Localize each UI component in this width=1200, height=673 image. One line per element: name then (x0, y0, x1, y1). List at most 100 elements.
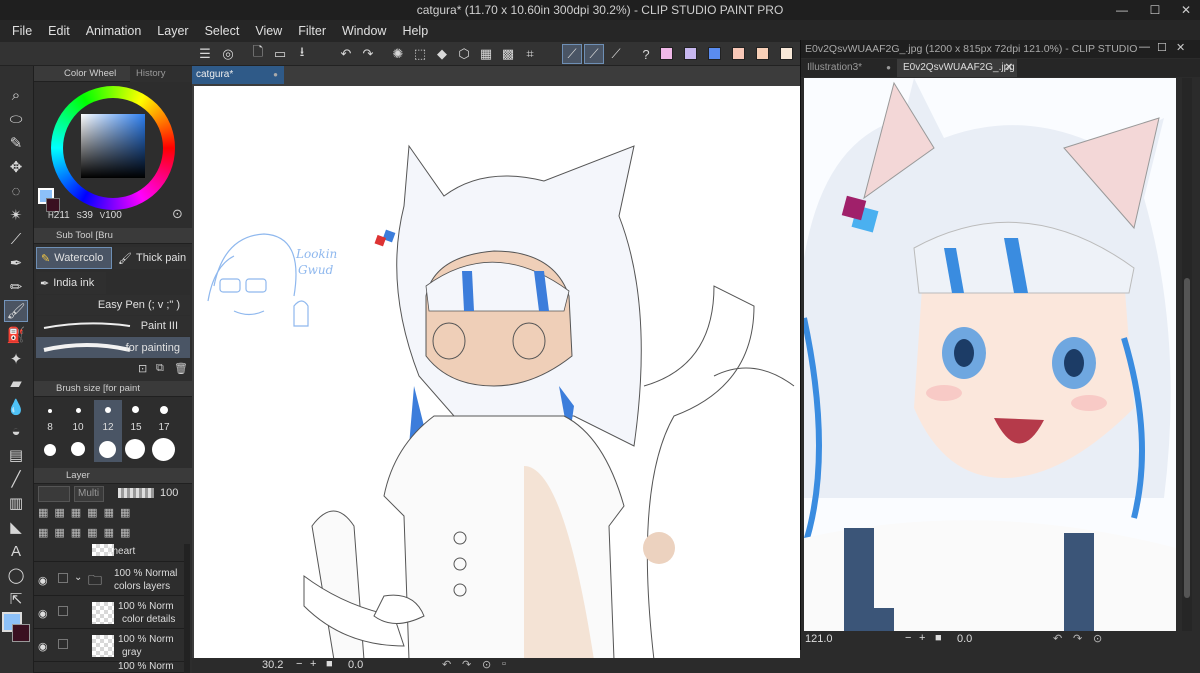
pencil-tool-icon[interactable]: ✏ (4, 276, 28, 298)
eraser-icon[interactable]: ▰ (4, 372, 28, 394)
fit-icon[interactable]: ■ (326, 658, 333, 670)
color-swatch[interactable] (756, 47, 769, 60)
lasso-icon[interactable]: ◌ (4, 180, 28, 202)
opacity-value[interactable]: 100 (160, 487, 178, 499)
menu-window[interactable]: Window (334, 20, 394, 42)
eye-icon[interactable]: ◉ (38, 574, 48, 587)
tab-close-icon[interactable]: ● (886, 59, 891, 77)
rotate-reset-icon[interactable]: ⊙ (1093, 632, 1102, 645)
decoration-icon[interactable]: ✦ (4, 348, 28, 370)
menu-animation[interactable]: Animation (78, 20, 150, 42)
fit-icon[interactable]: ■ (935, 632, 942, 644)
zoom-in-icon[interactable]: + (310, 658, 316, 670)
size-dot[interactable] (71, 442, 85, 456)
rotate-right-icon[interactable]: ↷ (1073, 632, 1082, 645)
hamburger-menu-icon[interactable]: ☰ (195, 44, 215, 64)
ref-close-button[interactable]: ✕ (1176, 41, 1185, 54)
brush-tool-icon[interactable]: 🖌 (4, 300, 28, 322)
clip-studio-icon[interactable]: ◎ (218, 44, 238, 64)
menu-view[interactable]: View (247, 20, 290, 42)
folder-expand-icon[interactable]: ⌄ (74, 572, 82, 583)
brush-item[interactable]: Paint III (36, 316, 190, 336)
eyedropper-icon[interactable]: ✎ (4, 132, 28, 154)
layer-row[interactable]: 100 % Norm (34, 662, 184, 673)
clear-icon[interactable]: ⬚ (410, 44, 430, 64)
blend-tool-icon[interactable]: 💧 (4, 396, 28, 418)
size-dot[interactable] (152, 438, 175, 461)
move-tool-icon[interactable]: ✥ (4, 156, 28, 178)
blend-mode-select[interactable]: Multi (74, 486, 104, 502)
menu-file[interactable]: File (4, 20, 40, 42)
size-dot[interactable] (105, 407, 111, 413)
tab-close-icon[interactable]: ✕ (1005, 59, 1013, 77)
menu-select[interactable]: Select (197, 20, 248, 42)
ref-maximize-button[interactable]: ☐ (1157, 41, 1167, 54)
transform-icon[interactable]: ⬡ (454, 44, 474, 64)
canvas-rotation-value[interactable]: 0.0 (348, 659, 363, 671)
menu-layer[interactable]: Layer (149, 20, 196, 42)
tab-india-ink[interactable]: ✒ India ink (36, 272, 106, 294)
ruler-tool-icon[interactable]: ◣ (4, 516, 28, 538)
layer-lock-checkbox[interactable] (58, 573, 68, 583)
flip-icon[interactable]: ▫ (502, 658, 506, 670)
layer-panel-header[interactable]: Layer (34, 468, 192, 484)
brush-size-panel-header[interactable]: Brush size [for paint (34, 381, 192, 397)
rotate-right-icon[interactable]: ↷ (462, 658, 471, 671)
loading-icon[interactable]: ✺ (388, 44, 408, 64)
maximize-button[interactable]: ☐ (1143, 0, 1167, 20)
subtool-panel-header[interactable]: Sub Tool [Bru (34, 228, 192, 244)
subtool-settings-icon[interactable]: ⊡ (138, 362, 147, 375)
balloon-tool-icon[interactable]: ◯ (4, 564, 28, 586)
tab-reference-jpg[interactable]: E0v2QsvWUAAF2G_.jpg ✕ (897, 59, 1017, 77)
color-swatch[interactable] (684, 47, 697, 60)
layer-lock-checkbox[interactable] (58, 639, 68, 649)
layer-row[interactable]: ◉ 100 % Norm color details (34, 597, 184, 629)
history-tab-label[interactable]: History (130, 66, 192, 82)
undo-icon[interactable]: ↶ (336, 44, 356, 64)
deselect-icon[interactable]: ▦ (476, 44, 496, 64)
help-icon[interactable]: ? (636, 44, 656, 64)
scrollbar-thumb[interactable] (1184, 278, 1190, 598)
document-tab[interactable]: catgura* ● (192, 66, 284, 84)
zoom-in-icon[interactable]: + (919, 632, 925, 644)
color-wheel-panel-header[interactable]: Color Wheel History (34, 66, 192, 82)
size-dot[interactable] (132, 406, 139, 413)
rotate-reset-icon[interactable]: ⊙ (482, 658, 491, 671)
redo-icon[interactable]: ↷ (358, 44, 378, 64)
brush-item[interactable]: Easy Pen (; v ;" ) (36, 295, 190, 315)
size-dot[interactable] (44, 444, 56, 456)
fill-tool-icon[interactable]: ◒ (4, 420, 28, 442)
tab-close-icon[interactable]: ● (273, 66, 278, 84)
text-tool-icon[interactable]: A (4, 540, 28, 562)
ref-minimize-button[interactable]: — (1139, 41, 1150, 53)
new-file-icon[interactable]: 🗋 (248, 44, 268, 64)
open-file-icon[interactable]: ▭ (270, 44, 290, 64)
saturation-value-square[interactable] (81, 114, 145, 178)
color-swatch[interactable] (732, 47, 745, 60)
reference-vertical-scrollbar[interactable] (1182, 78, 1192, 631)
reference-rotation-value[interactable]: 0.0 (957, 633, 972, 645)
reference-zoom-value[interactable]: 121.0 (805, 633, 833, 645)
fill-icon[interactable]: ◆ (432, 44, 452, 64)
color-swatch[interactable] (780, 47, 793, 60)
layer-row-folder[interactable]: ◉ ⌄ 🗀 100 % Normal colors layers (34, 564, 184, 596)
menu-filter[interactable]: Filter (290, 20, 334, 42)
size-dot[interactable] (48, 409, 52, 413)
snap-ruler-icon[interactable]: ⟋ (562, 44, 582, 64)
pen-tool-icon[interactable]: ✒ (4, 252, 28, 274)
magic-wand-icon[interactable]: ✴ (4, 204, 28, 226)
selection-tool-icon[interactable]: ⬭ (4, 108, 28, 130)
color-wheel[interactable] (51, 86, 175, 210)
size-dot[interactable] (160, 406, 168, 414)
correct-line-icon[interactable]: ⇱ (4, 588, 28, 610)
frame-tool-icon[interactable]: ▥ (4, 492, 28, 514)
rotate-left-icon[interactable]: ↶ (1053, 632, 1062, 645)
opacity-slider[interactable] (118, 488, 154, 498)
size-dot[interactable] (76, 408, 81, 413)
eye-icon[interactable]: ◉ (38, 640, 48, 653)
color-mode-icon[interactable]: ⊙ (172, 206, 183, 222)
minimize-button[interactable]: — (1110, 0, 1134, 20)
invert-selection-icon[interactable]: ▩ (498, 44, 518, 64)
brush-item-selected[interactable]: for painting (36, 337, 190, 358)
tab-watercolor[interactable]: ✎ Watercolo (36, 247, 112, 269)
